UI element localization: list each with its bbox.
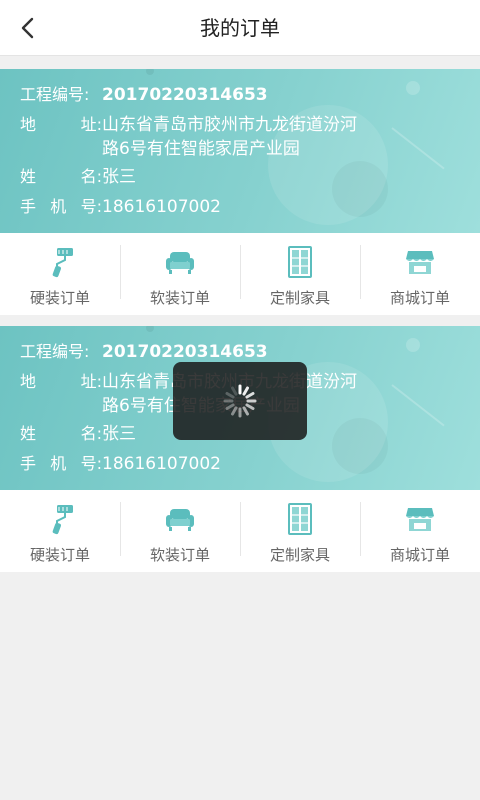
project-number-label: 工程编号:	[20, 85, 90, 104]
store-icon	[403, 245, 437, 279]
label-char: 手	[20, 197, 37, 216]
mall-order-button[interactable]: 商城订单	[360, 490, 480, 572]
label-char: 地	[20, 372, 37, 391]
hard-decoration-order-button[interactable]: 硬装订单	[0, 490, 120, 572]
project-number-label: 工程编号:	[20, 342, 90, 361]
label-char: 机	[50, 454, 67, 473]
name-row: 姓 名: 张三	[20, 165, 382, 189]
label-char: 地	[20, 115, 37, 134]
label-char: 址:	[80, 372, 102, 391]
order-card[interactable]: 工程编号: 20170220314653 地 址: 山东省青岛市胶州市九龙街道汾…	[0, 69, 480, 315]
hard-decoration-order-button[interactable]: 硬装订单	[0, 233, 120, 315]
soft-decoration-order-button[interactable]: 软装订单	[120, 233, 240, 315]
phone-label: 手 机 号:	[20, 195, 102, 219]
project-number-row: 工程编号: 20170220314653	[20, 340, 382, 364]
sofa-icon	[163, 502, 197, 536]
decor-dot	[406, 81, 420, 95]
project-number-row: 工程编号: 20170220314653	[20, 83, 382, 107]
phone-value: 18616107002	[102, 454, 221, 474]
label-char: 名:	[80, 167, 102, 186]
custom-furniture-button[interactable]: 定制家具	[240, 490, 360, 572]
phone-value: 18616107002	[102, 197, 221, 217]
store-icon	[403, 502, 437, 536]
wardrobe-icon	[283, 245, 317, 279]
loading-toast	[173, 362, 307, 440]
sofa-icon	[163, 245, 197, 279]
soft-decoration-order-button[interactable]: 软装订单	[120, 490, 240, 572]
name-label: 姓 名:	[20, 165, 102, 189]
decor-dot	[406, 338, 420, 352]
top-nav-bar: 我的订单	[0, 0, 480, 56]
decor-line	[391, 384, 445, 427]
address-label: 地 址:	[20, 370, 102, 418]
label-char: 名:	[80, 424, 102, 443]
decor-dot	[146, 326, 154, 332]
mall-order-button[interactable]: 商城订单	[360, 233, 480, 315]
project-number-value: 20170220314653	[102, 342, 268, 362]
address-row: 地 址: 山东省青岛市胶州市九龙街道汾河 路6号有住智能家居产业园	[20, 113, 382, 161]
address-line-2: 路6号有住智能家居产业园	[102, 139, 300, 159]
action-label: 定制家具	[269, 289, 330, 307]
project-number-value: 20170220314653	[102, 85, 268, 105]
decor-dot	[146, 69, 154, 75]
order-info-panel: 工程编号: 20170220314653 地 址: 山东省青岛市胶州市九龙街道汾…	[0, 69, 480, 233]
phone-row: 手 机 号: 18616107002	[20, 452, 382, 476]
label-char: 址:	[80, 115, 102, 134]
phone-label: 手 机 号:	[20, 452, 102, 476]
label-char: 姓	[20, 167, 37, 186]
phone-row: 手 机 号: 18616107002	[20, 195, 382, 219]
address-label: 地 址:	[20, 113, 102, 161]
action-label: 硬装订单	[29, 289, 90, 307]
wardrobe-icon	[283, 502, 317, 536]
name-label: 姓 名:	[20, 422, 102, 446]
action-label: 软装订单	[149, 289, 210, 307]
label-char: 号:	[80, 197, 102, 216]
order-actions: 硬装订单 软装订单 定制家具 商城订单	[0, 490, 480, 572]
custom-furniture-button[interactable]: 定制家具	[240, 233, 360, 315]
decor-line	[391, 127, 445, 170]
action-label: 软装订单	[149, 546, 210, 564]
action-label: 商城订单	[389, 289, 450, 307]
paint-roller-icon	[43, 245, 77, 279]
name-value: 张三	[102, 167, 136, 187]
label-char: 机	[50, 197, 67, 216]
paint-roller-icon	[43, 502, 77, 536]
action-label: 硬装订单	[29, 546, 90, 564]
label-char: 号:	[80, 454, 102, 473]
action-label: 定制家具	[269, 546, 330, 564]
address-line-1: 山东省青岛市胶州市九龙街道汾河	[102, 115, 357, 135]
action-label: 商城订单	[389, 546, 450, 564]
page-title: 我的订单	[200, 16, 280, 40]
order-actions: 硬装订单 软装订单 定制家具 商城订单	[0, 233, 480, 315]
label-char: 姓	[20, 424, 37, 443]
label-char: 手	[20, 454, 37, 473]
spinner-icon	[223, 384, 257, 418]
address-value: 山东省青岛市胶州市九龙街道汾河 路6号有住智能家居产业园	[102, 113, 382, 161]
